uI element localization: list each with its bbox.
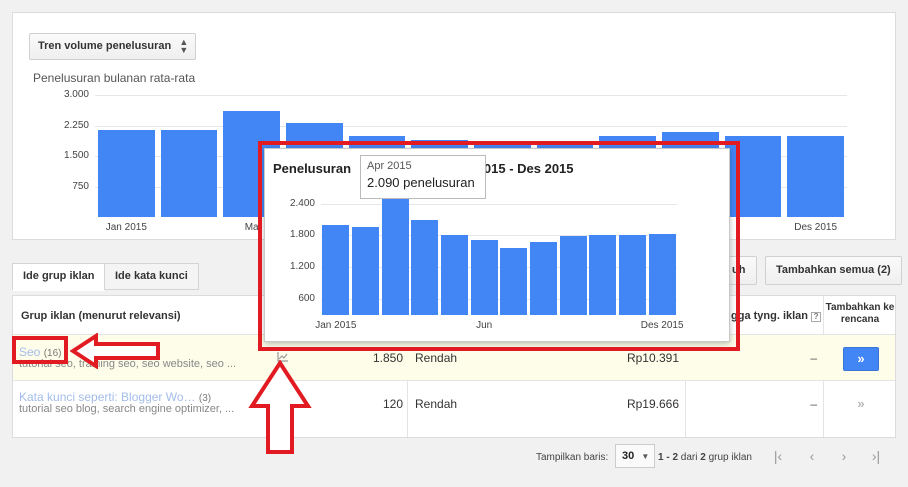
tab-keyword-ideas[interactable]: Ide kata kunci bbox=[104, 263, 199, 290]
rows-per-page-select[interactable]: 30 ▼ bbox=[615, 444, 655, 468]
gridline bbox=[95, 95, 847, 96]
avg-monthly-searches: 120 bbox=[382, 397, 403, 411]
gridline bbox=[95, 125, 847, 127]
chart-bar[interactable] bbox=[787, 135, 844, 217]
pagination-bar: Tampilkan baris: 30 ▼ 1 - 2 dari 2 grup … bbox=[12, 439, 896, 477]
range-middle: dari bbox=[678, 452, 701, 463]
annotation-box-popup bbox=[258, 141, 740, 351]
y-tick-label: 750 bbox=[72, 180, 89, 192]
next-page-icon[interactable]: › bbox=[830, 445, 858, 469]
y-tick-label: 3.000 bbox=[63, 89, 89, 100]
chart-bar[interactable] bbox=[98, 129, 155, 217]
prev-page-icon[interactable]: ‹ bbox=[798, 445, 826, 469]
y-tick-label: 2.250 bbox=[63, 119, 89, 131]
help-icon[interactable]: ? bbox=[811, 312, 822, 322]
impression-share: – bbox=[810, 397, 817, 411]
tab-ad-group-ideas[interactable]: Ide grup iklan bbox=[12, 263, 106, 291]
add-to-plan-button[interactable]: » bbox=[843, 347, 879, 371]
dropdown-arrow-icon: ▼ bbox=[641, 452, 650, 461]
add-all-button[interactable]: Tambahkan semua (2) bbox=[765, 256, 902, 285]
range-suffix: grup iklan bbox=[705, 452, 752, 463]
last-page-icon[interactable]: ›| bbox=[862, 445, 890, 469]
rows-per-page-value: 30 bbox=[622, 450, 635, 462]
chart-bar[interactable] bbox=[160, 129, 218, 217]
annotation-arrow-up bbox=[248, 360, 312, 454]
first-page-icon[interactable]: |‹ bbox=[764, 445, 792, 469]
competition: Rendah bbox=[415, 397, 458, 411]
impression-share: – bbox=[810, 351, 817, 365]
table-row[interactable]: Kata kunci seperti: Blogger Wo… (3) tuto… bbox=[13, 380, 895, 426]
col-header-bid-label: gga tyng. iklan bbox=[731, 310, 809, 322]
annotation-arrow-left bbox=[70, 333, 160, 369]
keyword-list: tutorial seo blog, search engine optimiz… bbox=[19, 403, 235, 415]
rows-per-page-label: Tampilkan baris: bbox=[536, 452, 609, 463]
ad-group-link[interactable]: Kata kunci seperti: Blogger Wo… bbox=[19, 390, 196, 404]
competition: Rendah bbox=[415, 351, 458, 365]
x-tick-label: Des 2015 bbox=[794, 222, 838, 233]
y-tick-label: 1.500 bbox=[63, 150, 89, 161]
ad-group-name-cell: Kata kunci seperti: Blogger Wo… (3) bbox=[19, 390, 211, 404]
x-tick-label: Jan 2015 bbox=[105, 222, 147, 233]
avg-monthly-searches: 1.850 bbox=[372, 351, 403, 365]
add-to-plan-button[interactable]: » bbox=[843, 393, 879, 417]
range-bold: 1 - 2 bbox=[658, 452, 679, 463]
range-label: 1 - 2 dari 2 grup iklan bbox=[658, 452, 752, 463]
annotation-box-seo bbox=[12, 336, 68, 364]
suggested-bid: Rp19.666 bbox=[626, 397, 679, 411]
suggested-bid: Rp10.391 bbox=[626, 351, 679, 365]
